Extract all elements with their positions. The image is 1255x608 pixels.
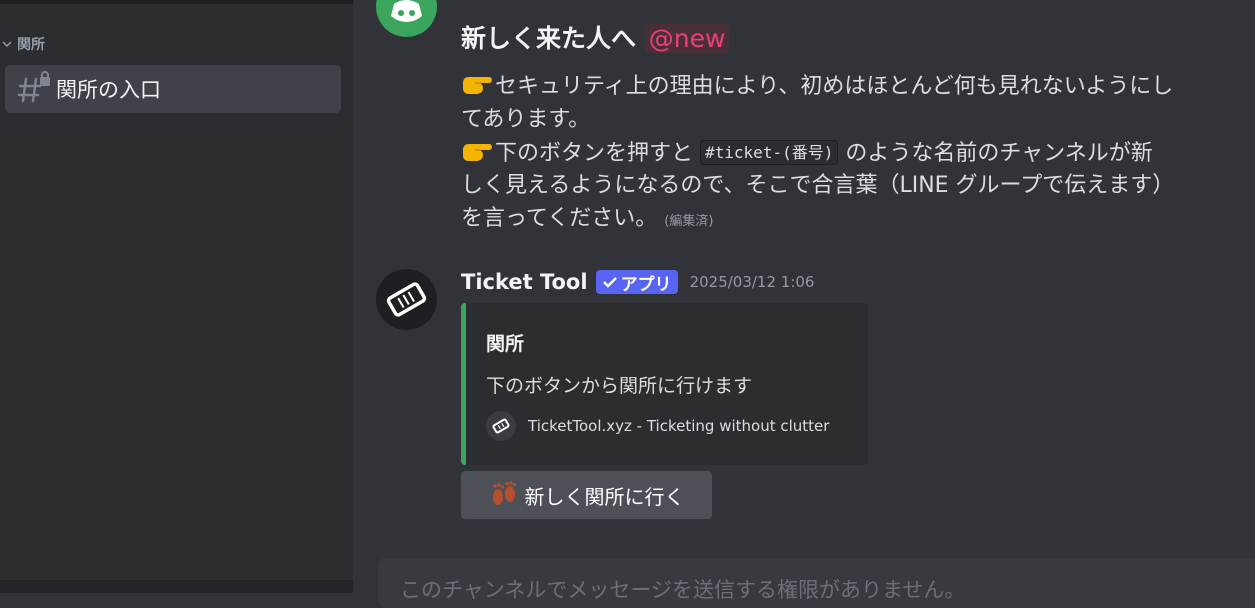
embed-footer: TicketTool.xyz - Ticketing without clutt…	[486, 411, 829, 441]
timestamp: 2025/03/12 1:06	[689, 273, 815, 291]
ticket-icon	[386, 282, 427, 317]
footer-text: TicketTool.xyz - Ticketing without clutt…	[528, 417, 830, 435]
pointing-hand-icon	[461, 71, 495, 97]
message-line: 下のボタンを押すと #ticket-(番号) のような名前のチャンネルが新	[461, 136, 1153, 170]
ticket-tool-avatar[interactable]	[376, 269, 437, 330]
button-label: 新しく関所に行く	[524, 484, 685, 509]
edited-marker: (編集済)	[664, 214, 714, 229]
input-placeholder: このチャンネルでメッセージを送信する権限がありません。	[400, 578, 966, 602]
channel-item-selected[interactable]: 関所の入口	[5, 65, 341, 113]
sidebar-divider	[0, 0, 353, 4]
chat-area: 新しく来た人へ @new セキュリティ上の理由により、初めはほとんど何も見れない…	[353, 0, 1255, 608]
channel-name: 関所の入口	[56, 78, 161, 102]
app-badge: アプリ	[595, 270, 678, 295]
chevron-down-icon	[0, 39, 14, 49]
message-line: を言ってください。 (編集済)	[461, 206, 714, 231]
open-ticket-button[interactable]: 新しく関所に行く	[461, 471, 712, 519]
check-icon	[602, 277, 617, 288]
category-header[interactable]: 関所	[0, 34, 45, 54]
author-name[interactable]: Ticket Tool	[461, 270, 588, 294]
message-line: セキュリティ上の理由により、初めはほとんど何も見れないようにし	[461, 70, 1173, 103]
role-mention[interactable]: @new	[644, 24, 730, 53]
message-heading: 新しく来た人へ @new	[461, 19, 730, 55]
footprints-icon	[489, 481, 519, 509]
message-line: しく見えるようになるので、そこで合言葉（LINE グループで伝えます）	[461, 173, 1175, 198]
pointing-hand-icon	[461, 138, 495, 164]
embed-card: 関所 下のボタンから関所に行けます TicketTool.xyz - Ticke…	[461, 303, 868, 465]
channel-sidebar: 関所 関所の入口	[0, 0, 353, 593]
ticket-icon	[486, 411, 516, 441]
user-panel-edge	[0, 580, 353, 593]
embed-title: 関所	[486, 333, 525, 355]
message-input-disabled: このチャンネルでメッセージを送信する権限がありません。	[378, 558, 1255, 608]
locked-hash-icon	[16, 71, 52, 107]
message-line: てあります。	[461, 107, 591, 132]
category-label: 関所	[17, 37, 45, 53]
inline-code: #ticket-(番号)	[700, 140, 839, 165]
embed-description: 下のボタンから関所に行けます	[486, 375, 753, 397]
discord-logo-icon[interactable]	[376, 0, 437, 37]
message-header: Ticket Tool アプリ 2025/03/12 1:06	[461, 270, 815, 295]
heading-text: 新しく来た人へ	[461, 24, 637, 53]
